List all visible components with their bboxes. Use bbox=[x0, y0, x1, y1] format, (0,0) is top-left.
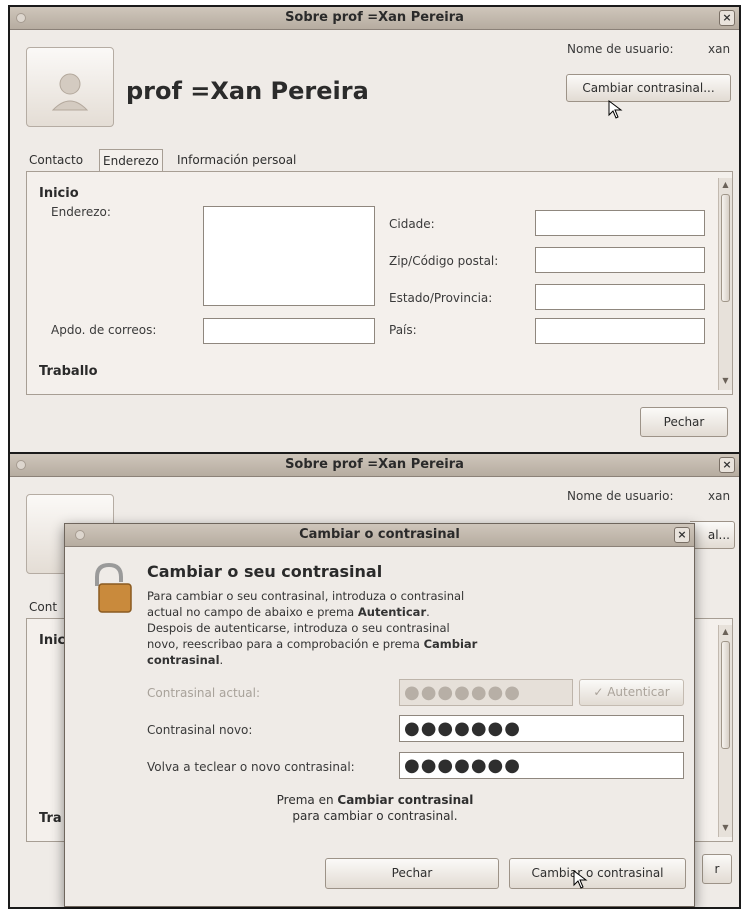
scrollbar-thumb[interactable] bbox=[721, 194, 730, 302]
mouse-cursor-icon bbox=[608, 100, 623, 119]
close-button-partial[interactable]: r bbox=[702, 854, 732, 884]
scroll-down-icon[interactable]: ▼ bbox=[719, 376, 732, 385]
check-icon: ✓ bbox=[593, 685, 604, 699]
close-button[interactable]: Pechar bbox=[640, 407, 728, 437]
retype-password-input[interactable]: ●●●●●●● bbox=[399, 752, 684, 779]
country-label: País: bbox=[389, 323, 417, 337]
change-password-button[interactable]: Cambiar contrasinal... bbox=[566, 74, 731, 102]
new-password-label: Contrasinal novo: bbox=[147, 723, 253, 737]
padlock-icon bbox=[95, 562, 132, 613]
change-password-button-partial[interactable]: al... bbox=[690, 521, 735, 549]
change-password-submit-button[interactable]: Cambiar o contrasinal bbox=[509, 858, 686, 889]
username-label: Nome de usuario: bbox=[567, 489, 674, 503]
address-textarea[interactable] bbox=[203, 206, 375, 306]
tab-contact-partial[interactable]: Cont bbox=[26, 596, 60, 618]
username-label: Nome de usuario: bbox=[567, 42, 674, 56]
city-input[interactable] bbox=[535, 210, 705, 236]
window-titlebar: Sobre prof =Xan Pereira × bbox=[10, 454, 739, 477]
username-value: xan bbox=[708, 489, 731, 503]
username-value: xan bbox=[708, 42, 731, 56]
current-password-input: ●●●●●●● bbox=[399, 679, 573, 706]
change-password-dialog: Cambiar o contrasinal × Cambiar o seu co… bbox=[64, 523, 695, 907]
po-box-input[interactable] bbox=[203, 318, 375, 344]
desc-line: Para cambiar o seu contrasinal, introduz… bbox=[147, 589, 465, 603]
person-icon bbox=[51, 73, 89, 111]
section-home: Inicio bbox=[39, 186, 79, 201]
close-icon[interactable]: × bbox=[719, 10, 735, 26]
zip-label: Zip/Código postal: bbox=[389, 254, 499, 268]
city-label: Cidade: bbox=[389, 217, 435, 231]
state-label: Estado/Provincia: bbox=[389, 291, 493, 305]
tab-address[interactable]: Enderezo bbox=[99, 149, 163, 171]
desc-line: novo, reescribao para a comprobación e p… bbox=[147, 637, 478, 651]
about-window: Sobre prof =Xan Pereira × prof =Xan Pere… bbox=[8, 5, 741, 454]
close-icon[interactable]: × bbox=[719, 457, 735, 473]
tab-bar: Contacto Enderezo Información persoal bbox=[26, 149, 730, 171]
panel-scrollbar[interactable]: ▲ ▼ bbox=[718, 178, 732, 390]
scrollbar-thumb[interactable] bbox=[721, 641, 730, 749]
mouse-cursor-icon bbox=[573, 870, 588, 889]
new-password-input[interactable]: ●●●●●●● bbox=[399, 715, 684, 742]
window-titlebar: Sobre prof =Xan Pereira × bbox=[10, 7, 739, 30]
section-work-partial: Tra bbox=[39, 811, 62, 826]
po-box-label: Apdo. de correos: bbox=[51, 323, 157, 337]
dialog-titlebar: Cambiar o contrasinal × bbox=[65, 524, 694, 547]
dialog-hint: Prema en Cambiar contrasinal para cambia… bbox=[215, 792, 535, 824]
dialog-title: Cambiar o contrasinal bbox=[299, 527, 460, 542]
dialog-description: Para cambiar o seu contrasinal, introduz… bbox=[147, 588, 477, 668]
address-label: Enderezo: bbox=[51, 205, 111, 219]
desc-line: contrasinal. bbox=[147, 653, 224, 667]
tab-personal-info[interactable]: Información persoal bbox=[174, 149, 299, 171]
avatar[interactable] bbox=[26, 47, 114, 127]
current-password-label: Contrasinal actual: bbox=[147, 686, 261, 700]
retype-password-label: Volva a teclear o novo contrasinal: bbox=[147, 760, 355, 774]
panel-scrollbar[interactable]: ▲ ▼ bbox=[718, 625, 732, 837]
desc-line: Despois de autenticarse, introduza o seu… bbox=[147, 621, 450, 635]
desc-line: actual no campo de abaixo e prema Autent… bbox=[147, 605, 430, 619]
dialog-heading: Cambiar o seu contrasinal bbox=[147, 562, 383, 581]
scroll-up-icon[interactable]: ▲ bbox=[719, 180, 732, 189]
window-title: Sobre prof =Xan Pereira bbox=[285, 10, 464, 25]
zip-input[interactable] bbox=[535, 247, 705, 273]
hint-line: para cambiar o contrasinal. bbox=[292, 809, 458, 823]
window-title: Sobre prof =Xan Pereira bbox=[285, 457, 464, 472]
scroll-down-icon[interactable]: ▼ bbox=[719, 823, 732, 832]
hint-line: Prema en Cambiar contrasinal bbox=[276, 793, 474, 807]
country-input[interactable] bbox=[535, 318, 705, 344]
authenticate-button: ✓ Autenticar bbox=[579, 679, 684, 706]
state-input[interactable] bbox=[535, 284, 705, 310]
scroll-up-icon[interactable]: ▲ bbox=[719, 627, 732, 636]
dialog-close-button[interactable]: Pechar bbox=[325, 858, 499, 889]
section-work: Traballo bbox=[39, 364, 98, 379]
tab-contact[interactable]: Contacto bbox=[26, 149, 86, 171]
display-name: prof =Xan Pereira bbox=[126, 77, 369, 105]
section-home-partial: Inic bbox=[39, 633, 66, 648]
dialog-close-icon[interactable]: × bbox=[674, 527, 690, 543]
address-panel: Inicio Enderezo: Apdo. de correos: Cidad… bbox=[26, 171, 733, 395]
